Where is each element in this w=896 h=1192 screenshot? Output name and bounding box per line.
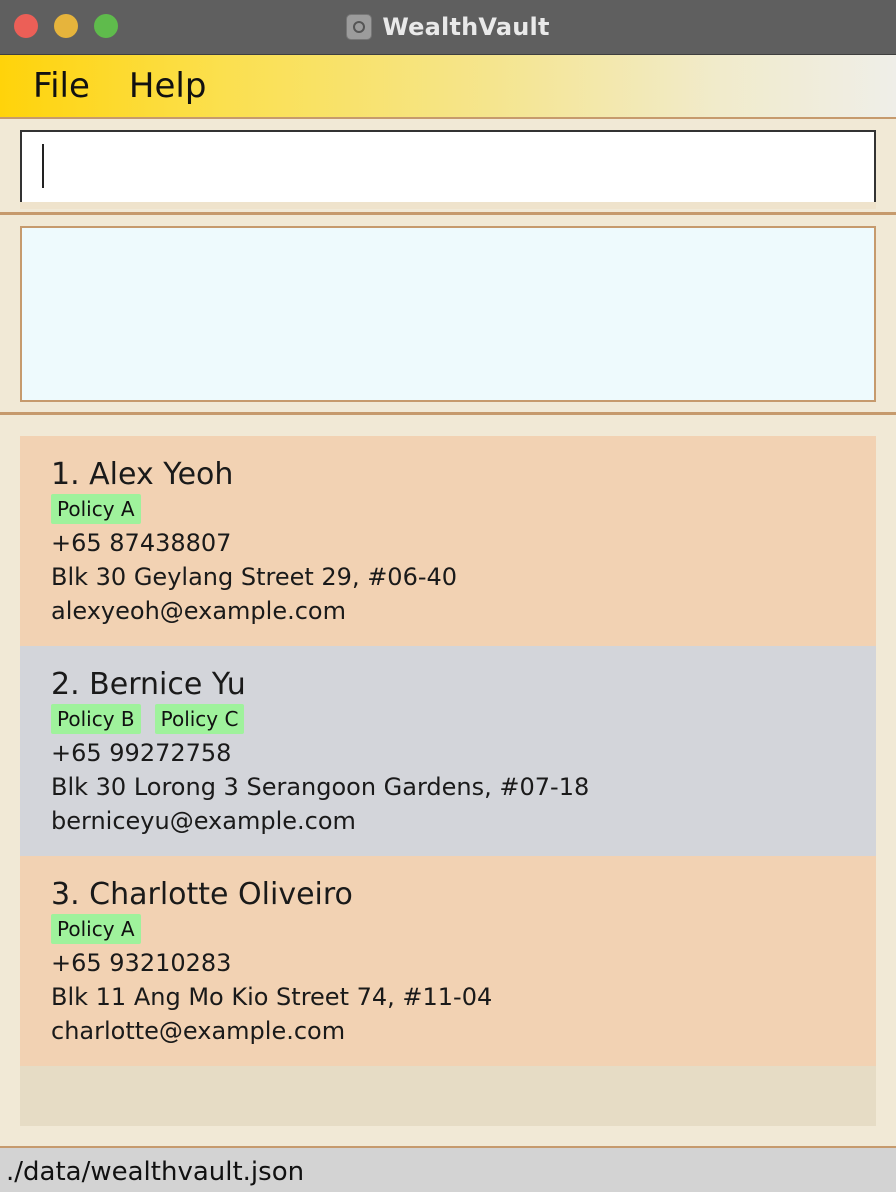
person-phone: +65 87438807 (51, 529, 232, 557)
person-address: Blk 30 Geylang Street 29, #06-40 (51, 563, 458, 591)
person-phone: +65 99272758 (51, 739, 232, 767)
command-box-panel (0, 119, 896, 215)
person-address: Blk 30 Lorong 3 Serangoon Gardens, #07-1… (51, 773, 590, 801)
title-bar[interactable]: WealthVault (0, 0, 896, 55)
tag-list: Policy A (51, 494, 876, 524)
tag-list: Policy A (51, 914, 876, 944)
data-file-path: ./data/wealthvault.json (6, 1157, 305, 1187)
person-card[interactable]: 3. Charlotte Oliveiro Policy A +65 93210… (20, 856, 876, 1066)
result-display[interactable] (20, 226, 876, 402)
title-group: WealthVault (0, 0, 896, 54)
person-card[interactable]: 2. Bernice Yu Policy B Policy C +65 9927… (20, 646, 876, 856)
person-name: 1. Alex Yeoh (51, 457, 234, 492)
text-caret (42, 144, 44, 188)
result-display-panel (0, 215, 896, 415)
person-name: 2. Bernice Yu (51, 667, 246, 702)
person-list[interactable]: 1. Alex Yeoh Policy A +65 87438807 Blk 3… (20, 436, 876, 1126)
person-email: charlotte@example.com (51, 1017, 346, 1045)
tag-list: Policy B Policy C (51, 704, 876, 734)
policy-tag: Policy B (51, 704, 141, 734)
app-window: WealthVault File Help 1. Alex Yeoh Polic… (0, 0, 896, 1192)
menu-file[interactable]: File (33, 66, 90, 106)
policy-tag: Policy C (154, 704, 245, 734)
person-email: alexyeoh@example.com (51, 597, 346, 625)
vault-icon (346, 14, 373, 40)
person-address: Blk 11 Ang Mo Kio Street 74, #11-04 (51, 983, 493, 1011)
window-title: WealthVault (382, 13, 550, 41)
menu-help[interactable]: Help (129, 66, 207, 106)
person-card[interactable]: 1. Alex Yeoh Policy A +65 87438807 Blk 3… (20, 436, 876, 646)
command-input[interactable] (20, 130, 876, 202)
command-input-underline (20, 202, 876, 209)
policy-tag: Policy A (51, 914, 141, 944)
policy-tag: Policy A (51, 494, 141, 524)
person-name: 3. Charlotte Oliveiro (51, 877, 353, 912)
menu-bar: File Help (0, 55, 896, 119)
person-phone: +65 93210283 (51, 949, 232, 977)
person-email: berniceyu@example.com (51, 807, 356, 835)
status-bar: ./data/wealthvault.json (0, 1146, 896, 1192)
